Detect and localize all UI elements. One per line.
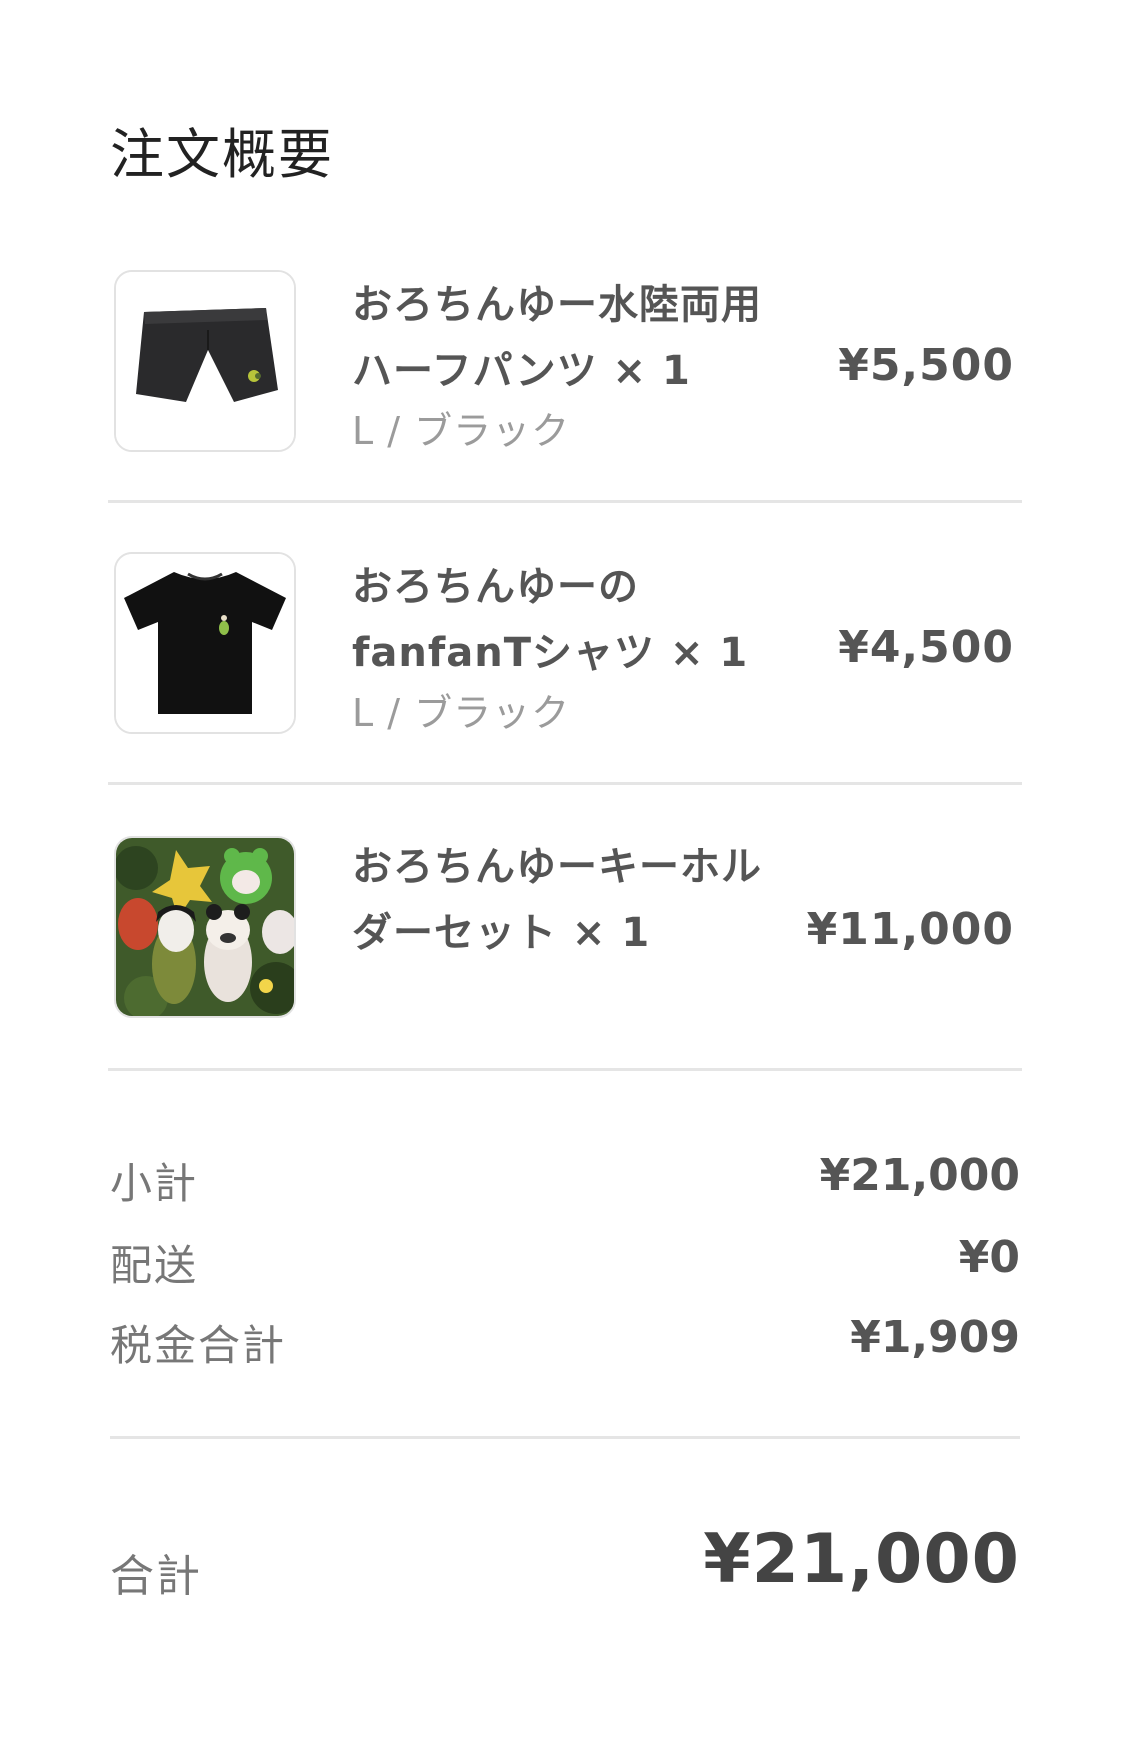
product-price: ¥5,500: [838, 340, 1014, 391]
line-item: おろちんゆーのfanfanTシャツ × 1 L / ブラック ¥4,500: [108, 552, 1022, 752]
subtotal-value: ¥21,000: [819, 1150, 1020, 1201]
divider: [108, 500, 1022, 503]
total-value: ¥21,000: [703, 1520, 1020, 1599]
total-row: 合計 ¥21,000: [110, 1520, 1020, 1602]
product-thumbnail-shorts: [114, 270, 296, 452]
tax-row: 税金合計 ¥1,909: [110, 1312, 1020, 1372]
subtotal-label: 小計: [110, 1159, 199, 1208]
product-name: おろちんゆーのfanfanTシャツ × 1: [352, 564, 749, 676]
shipping-row: 配送 ¥0: [110, 1232, 1020, 1292]
total-label: 合計: [110, 1551, 202, 1602]
shipping-label: 配送: [110, 1241, 199, 1290]
line-item: おろちんゆー水陸両用ハーフパンツ × 1 L / ブラック ¥5,500: [108, 270, 1022, 470]
product-name: おろちんゆー水陸両用ハーフパンツ × 1: [352, 282, 762, 394]
black-shorts-image: [116, 272, 294, 450]
tax-label: 税金合計: [110, 1321, 287, 1370]
line-item: おろちんゆーキーホルダーセット × 1 ¥11,000: [108, 836, 1022, 1026]
divider: [108, 1068, 1022, 1071]
product-variant: L / ブラック: [352, 409, 571, 453]
tax-value: ¥1,909: [850, 1312, 1020, 1363]
product-thumbnail-keychain-set: [114, 836, 296, 1018]
product-price: ¥4,500: [838, 622, 1014, 673]
product-variant: L / ブラック: [352, 691, 571, 735]
order-summary-page: 注文概要 おろちんゆー水陸両用ハーフパンツ × 1 L / ブラック ¥5,50…: [0, 0, 1124, 1756]
shipping-value: ¥0: [958, 1232, 1020, 1283]
divider: [108, 782, 1022, 785]
product-price: ¥11,000: [806, 904, 1014, 955]
subtotal-row: 小計 ¥21,000: [110, 1150, 1020, 1210]
product-name: おろちんゆーキーホルダーセット × 1: [352, 844, 762, 956]
plush-keychain-set-image: [116, 838, 294, 1016]
divider: [110, 1436, 1020, 1439]
black-tshirt-image: [116, 554, 294, 732]
page-title: 注文概要: [110, 123, 334, 186]
product-thumbnail-tshirt: [114, 552, 296, 734]
